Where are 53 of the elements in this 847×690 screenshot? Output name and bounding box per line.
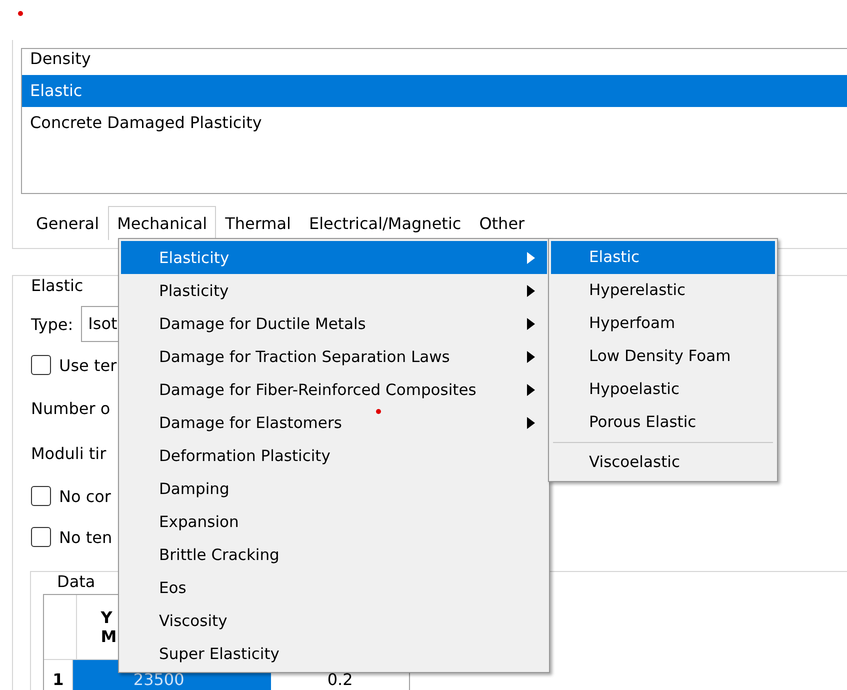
menu-item[interactable]: Plasticity [121, 274, 547, 307]
menu-item[interactable]: Damage for Ductile Metals [121, 307, 547, 340]
field-label: Moduli tir [31, 444, 106, 462]
checkbox[interactable] [31, 486, 51, 506]
menu-item[interactable]: Damage for Elastomers [121, 406, 547, 439]
list-item[interactable]: Elastic [22, 75, 847, 107]
tab[interactable]: Thermal [216, 206, 300, 240]
tab[interactable]: Electrical/Magnetic [300, 206, 470, 240]
menu-item[interactable]: Hypoelastic [551, 373, 775, 406]
checkbox[interactable] [31, 527, 51, 547]
menu-item-label: Eos [159, 578, 188, 596]
menu-item-label: Damage for Ductile Metals [159, 314, 367, 332]
menu-item-label: Damage for Traction Separation Laws [159, 348, 451, 366]
menu-item-label: Expansion [159, 512, 240, 530]
menu-item-label: Super Elasticity [159, 644, 280, 662]
menu-item-label: Deformation Plasticity [159, 446, 332, 464]
checkbox[interactable] [31, 355, 51, 375]
checkbox-label: No cor [59, 486, 112, 506]
marker-dot [376, 409, 381, 414]
tab[interactable]: Other [470, 206, 534, 240]
checkbox-label: Use ter [59, 356, 117, 374]
menu-item-label: Damage for Fiber-Reinforced Composites [159, 380, 478, 398]
menu-item[interactable]: Elasticity [121, 241, 547, 274]
menu-item[interactable]: Damping [121, 472, 547, 505]
header-text: Y [100, 608, 112, 627]
menu-item[interactable]: Damage for Fiber-Reinforced Composites [121, 373, 547, 406]
menu-item[interactable]: Viscosity [121, 604, 547, 637]
menu-item[interactable]: Hyperfoam [551, 307, 775, 340]
tab[interactable]: General [27, 206, 108, 240]
header-text: M [100, 627, 117, 646]
menu-item-label: Damping [159, 480, 230, 498]
menu-item[interactable]: Elastic [551, 241, 775, 274]
menu-item-label: Viscosity [159, 612, 228, 630]
menu-item[interactable]: Viscoelastic [551, 446, 775, 479]
menu-item-label: Brittle Cracking [159, 546, 280, 564]
menu-item[interactable]: Low Density Foam [551, 340, 775, 373]
menu-item[interactable]: Eos [121, 571, 547, 604]
menu-item[interactable]: Hyperelastic [551, 274, 775, 307]
tab[interactable]: Mechanical [108, 206, 216, 240]
menu-item-label: Elasticity [159, 248, 230, 266]
menu-item[interactable]: Deformation Plasticity [121, 439, 547, 472]
menu-item[interactable]: Expansion [121, 505, 547, 538]
menu-item[interactable]: Damage for Traction Separation Laws [121, 340, 547, 373]
menu-item[interactable]: Porous Elastic [551, 406, 775, 439]
menu-item-label: Plasticity [159, 282, 230, 300]
menu-item[interactable]: Brittle Cracking [121, 538, 547, 571]
list-item[interactable]: Concrete Damaged Plasticity [22, 107, 847, 139]
checkbox-label: No ten [59, 528, 112, 546]
list-item[interactable]: Density [22, 49, 847, 75]
menu-item-label: Damage for Elastomers [159, 414, 343, 432]
marker-dot [18, 11, 23, 16]
field-label: Number o [31, 398, 110, 418]
type-label: Type: [31, 314, 74, 334]
